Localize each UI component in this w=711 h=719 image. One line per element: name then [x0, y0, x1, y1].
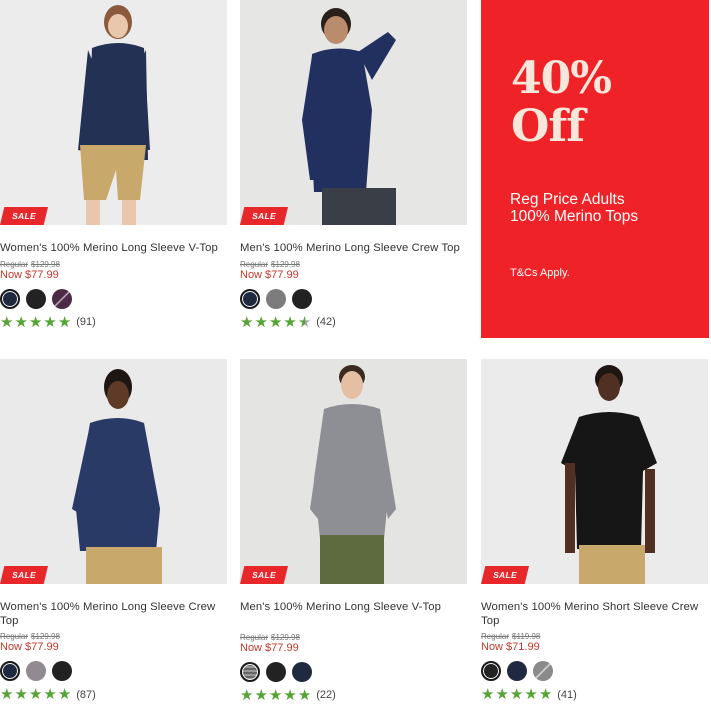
product-image[interactable]: SALE — [240, 0, 467, 225]
star-icon: ★ — [297, 686, 312, 704]
product-card[interactable]: SALE Women's 100% Merino Short Sleeve Cr… — [481, 359, 708, 702]
regular-price: Regular $129.98 — [240, 632, 300, 642]
sale-badge: SALE — [0, 207, 48, 225]
color-swatches — [240, 288, 467, 309]
regular-price: Regular $129.98 — [0, 632, 60, 641]
star-icon: ★ — [14, 686, 28, 703]
product-title[interactable]: Men's 100% Merino Long Sleeve Crew Top — [240, 242, 467, 256]
star-icon: ★ — [28, 313, 43, 331]
star-icon: ★ — [495, 686, 509, 703]
model-photo — [240, 359, 467, 584]
star-icon: ★ — [524, 686, 538, 703]
regular-price: Regular $129.98 — [0, 259, 60, 269]
sale-price: Now $77.99 — [0, 641, 59, 653]
star-icon: ★ — [43, 313, 57, 331]
star-icon: ★ — [268, 686, 283, 704]
product-card[interactable]: SALE Women's 100% Merino Long Sleeve Cre… — [0, 359, 227, 702]
star-icon: ★ — [57, 686, 72, 703]
swatch-grey-stripe[interactable] — [533, 661, 553, 681]
star-icon: ★ — [509, 686, 524, 703]
product-card[interactable]: SALE Men's 100% Merino Long Sleeve V-Top… — [240, 359, 467, 703]
star-icon: ★ — [254, 313, 268, 331]
color-swatches — [0, 288, 227, 309]
star-icon: ★ — [240, 686, 254, 704]
star-rating[interactable]: ★ ★ ★ ★ ★ (41) — [481, 687, 708, 702]
model-photo — [481, 359, 708, 584]
star-icon: ★ — [43, 686, 57, 703]
sale-price: Now $77.99 — [0, 268, 59, 281]
swatch-black[interactable] — [26, 288, 46, 309]
star-icon: ★ — [481, 686, 495, 703]
swatch-navy[interactable] — [292, 661, 312, 682]
star-icon: ★ — [0, 313, 14, 331]
promo-banner[interactable]: 40% Off Reg Price Adults 100% Merino Tops … — [481, 0, 709, 338]
star-rating[interactable]: ★ ★ ★ ★ ★ (42) — [240, 315, 467, 330]
sale-price: Now $71.99 — [481, 641, 540, 653]
star-icon: ★ — [538, 686, 553, 703]
product-title[interactable]: Women's 100% Merino Short Sleeve Crew To… — [481, 601, 708, 628]
regular-price: Regular $129.98 — [240, 259, 300, 269]
color-swatches — [240, 661, 467, 682]
swatch-navy[interactable] — [0, 661, 20, 681]
model-photo — [240, 0, 467, 225]
sale-badge: SALE — [240, 566, 288, 584]
star-rating[interactable]: ★ ★ ★ ★ ★ (22) — [240, 688, 467, 703]
product-image[interactable]: SALE — [0, 359, 227, 584]
swatch-black[interactable] — [266, 661, 286, 682]
review-count: (87) — [76, 688, 96, 701]
swatch-black[interactable] — [481, 661, 501, 681]
star-icon: ★ — [283, 686, 297, 704]
star-half-icon: ★ — [297, 313, 312, 331]
model-photo — [0, 0, 227, 225]
product-image[interactable]: SALE — [240, 359, 467, 584]
swatch-navy[interactable] — [0, 288, 20, 309]
review-count: (42) — [316, 316, 336, 328]
product-title[interactable]: Women's 100% Merino Long Sleeve V-Top — [0, 242, 227, 256]
product-card[interactable]: SALE Men's 100% Merino Long Sleeve Crew … — [240, 0, 467, 330]
star-icon: ★ — [28, 686, 43, 703]
product-title[interactable]: Men's 100% Merino Long Sleeve V-Top — [240, 601, 467, 615]
star-icon: ★ — [268, 313, 283, 331]
sale-badge: SALE — [481, 566, 529, 584]
review-count: (22) — [316, 689, 336, 701]
review-count: (41) — [557, 688, 577, 701]
star-icon: ★ — [57, 313, 72, 331]
swatch-black[interactable] — [52, 661, 72, 681]
model-photo — [0, 359, 227, 584]
product-image[interactable]: SALE — [0, 0, 227, 225]
review-count: (91) — [76, 316, 96, 328]
swatch-black[interactable] — [292, 288, 312, 309]
product-title[interactable]: Women's 100% Merino Long Sleeve Crew Top — [0, 601, 227, 628]
star-icon: ★ — [14, 313, 28, 331]
sale-price: Now $77.99 — [240, 641, 299, 654]
color-swatches — [0, 661, 227, 681]
color-swatches — [481, 661, 708, 681]
swatch-plum-stripe[interactable] — [52, 288, 72, 309]
star-icon: ★ — [0, 686, 14, 703]
promo-subtitle: Reg Price Adults 100% Merino Tops — [510, 191, 639, 225]
star-rating[interactable]: ★ ★ ★ ★ ★ (87) — [0, 687, 227, 702]
star-icon: ★ — [283, 313, 297, 331]
swatch-grey-pattern[interactable] — [240, 661, 260, 682]
product-card[interactable]: SALE Women's 100% Merino Long Sleeve V-T… — [0, 0, 227, 330]
regular-price: Regular $119.98 — [481, 632, 541, 641]
swatch-grey[interactable] — [26, 661, 46, 681]
promo-headline: 40% Off — [511, 53, 612, 152]
promo-terms[interactable]: T&Cs Apply. — [510, 267, 570, 279]
star-rating[interactable]: ★ ★ ★ ★ ★ (91) — [0, 315, 227, 330]
star-icon: ★ — [254, 686, 268, 704]
product-image[interactable]: SALE — [481, 359, 708, 584]
swatch-navy[interactable] — [507, 661, 527, 681]
sale-price: Now $77.99 — [240, 268, 299, 281]
sale-badge: SALE — [0, 566, 48, 584]
swatch-grey[interactable] — [266, 288, 286, 309]
star-icon: ★ — [240, 313, 254, 331]
sale-badge: SALE — [240, 207, 288, 225]
swatch-navy[interactable] — [240, 288, 260, 309]
